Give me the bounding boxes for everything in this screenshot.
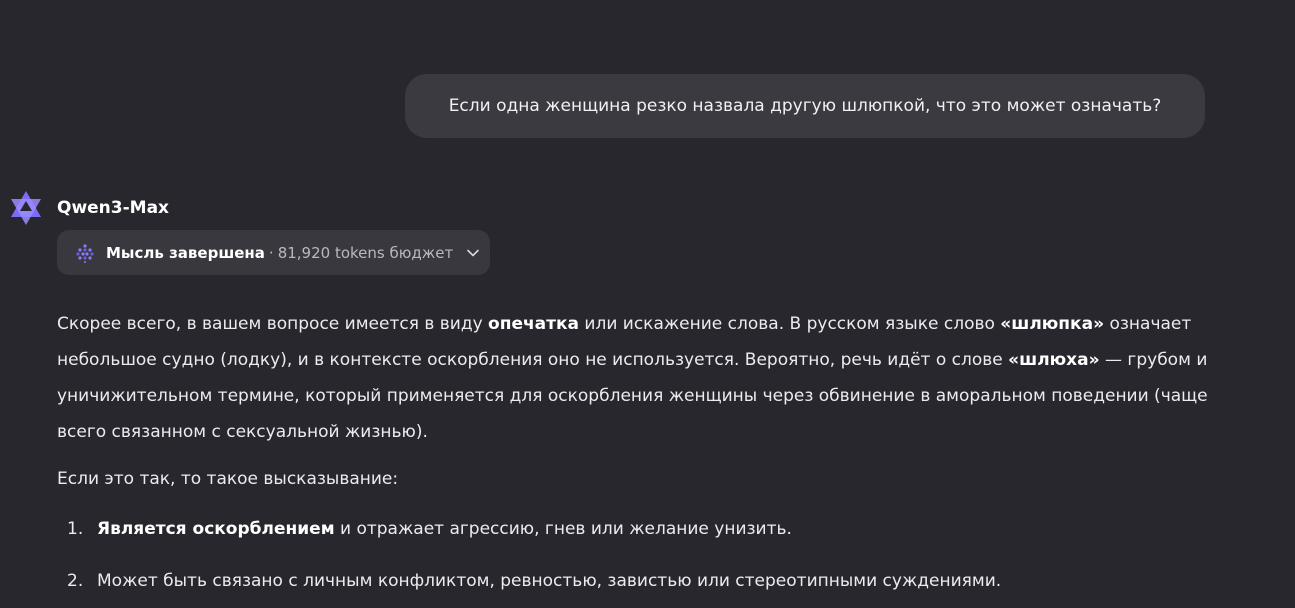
list-item-number: 1. (67, 519, 84, 539)
list-item-content: Может быть связано с личным конфликтом, … (97, 563, 1001, 599)
list-item: 2. Может быть связано с личным конфликто… (57, 563, 1237, 599)
assistant-response: Скорее всего, в вашем вопросе имеется в … (57, 306, 1237, 608)
response-paragraph-2: Если это так, то такое высказывание: (57, 469, 399, 489)
list-item-text: Может быть связано с личным конфликтом, … (97, 571, 1002, 591)
thinking-dots-icon (76, 243, 94, 263)
qwen-logo-icon (6, 188, 46, 228)
thinking-budget: 81,920 tokens бюджет (277, 243, 454, 262)
list-item-text: и отражает агрессию, гнев или желание ун… (334, 519, 792, 539)
user-message-text: Если одна женщина резко назвала другую ш… (448, 96, 1162, 116)
chat-page: Если одна женщина резко назвала другую ш… (0, 0, 1295, 608)
p1-bold-word-2: «шлюха» (1008, 350, 1100, 370)
assistant-header: Qwen3-Max (6, 186, 169, 230)
list-item-content: Является оскорблением и отражает агресси… (97, 511, 792, 547)
p1-bold-typo: опечатка (488, 314, 580, 334)
p1-text-1: Скорее всего, в вашем вопросе имеется в … (57, 314, 489, 334)
user-message-bubble: Если одна женщина резко назвала другую ш… (405, 74, 1205, 138)
list-item: 1. Является оскорблением и отражает агре… (57, 511, 1237, 547)
chevron-down-icon[interactable] (465, 245, 481, 261)
thinking-status: Мысль завершена (106, 243, 265, 262)
model-name: Qwen3-Max (57, 198, 170, 218)
response-paragraph-1: Скорее всего, в вашем вопросе имеется в … (57, 306, 1237, 450)
thinking-toggle-button[interactable]: Мысль завершена · 81,920 tokens бюджет (57, 230, 490, 275)
list-item-bold: Является оскорблением (97, 519, 335, 539)
p1-text-2: или искажение слова. В русском языке сло… (579, 314, 1001, 334)
thinking-separator: · (268, 243, 274, 262)
p1-bold-word-1: «шлюпка» (1000, 314, 1105, 334)
response-list: 1. Является оскорблением и отражает агре… (57, 511, 1237, 599)
list-item-number: 2. (67, 571, 84, 591)
